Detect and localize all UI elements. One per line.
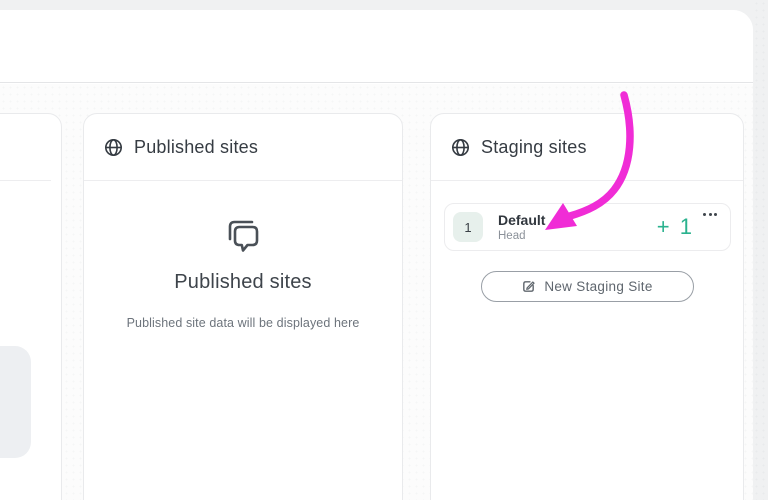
site-revision: Head — [498, 230, 545, 242]
globe-icon — [451, 138, 470, 157]
staging-site-row[interactable]: 1 Default Head + 1 — [444, 203, 731, 251]
skeleton-block — [0, 346, 31, 458]
app-header — [0, 10, 753, 83]
divider — [0, 180, 51, 181]
published-card-header: Published sites — [84, 114, 402, 181]
globe-icon — [104, 138, 123, 157]
published-card-title: Published sites — [134, 137, 258, 158]
site-meta: Default Head — [498, 212, 545, 242]
new-staging-button-label: New Staging Site — [544, 279, 652, 294]
site-index-badge: 1 — [453, 212, 483, 242]
page-background-gutter — [753, 0, 768, 500]
new-staging-site-button[interactable]: New Staging Site — [481, 271, 694, 302]
app-panel: Published sites Published sites Publishe… — [0, 10, 753, 500]
staging-sites-card: Staging sites 1 Default Head + 1 New Sta… — [430, 113, 744, 500]
empty-state-heading: Published sites — [84, 271, 402, 294]
empty-state-subtitle: Published site data will be displayed he… — [84, 316, 402, 330]
staging-card-title: Staging sites — [481, 137, 587, 158]
content-area: Published sites Published sites Publishe… — [0, 84, 753, 500]
ellipsis-icon[interactable] — [701, 211, 719, 218]
staging-card-header: Staging sites — [431, 114, 743, 181]
compose-icon — [521, 279, 536, 294]
comments-icon — [223, 217, 263, 254]
left-card-partial — [0, 113, 62, 500]
site-name: Default — [498, 212, 545, 228]
published-empty-state: Published sites Published site data will… — [84, 181, 402, 330]
published-sites-card: Published sites Published sites Publishe… — [83, 113, 403, 500]
